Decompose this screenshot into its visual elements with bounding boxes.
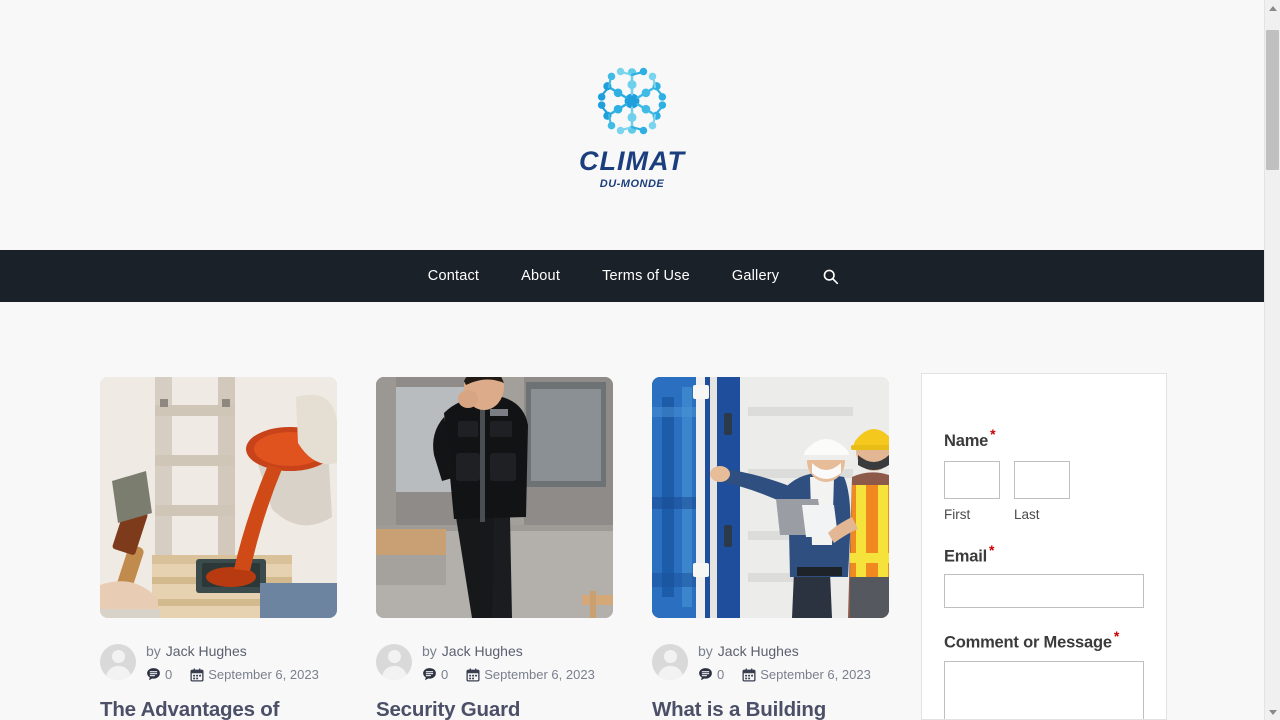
- post-title[interactable]: What is a Building: [652, 697, 889, 720]
- author-prefix: by: [146, 643, 161, 659]
- post-meta-text: by Jack Hughes 0 September 6, 2023: [146, 640, 319, 685]
- post-meta: by Jack Hughes 0 September 6, 2023: [652, 640, 889, 685]
- comment-field-label: Comment or Message *: [944, 628, 1144, 653]
- main-content: by Jack Hughes 0 September 6, 2023 The A…: [0, 302, 1264, 720]
- avatar: [100, 644, 136, 681]
- post-stats-line: 0 September 6, 2023: [698, 665, 871, 685]
- comment-bubble-icon: [698, 667, 713, 682]
- email-field-group: Email *: [944, 542, 1144, 608]
- post-title[interactable]: The Advantages of: [100, 697, 337, 720]
- logo-wordmark: CLIMAT: [579, 146, 685, 176]
- author-prefix: by: [422, 643, 437, 659]
- post-thumbnail-building-inspection[interactable]: [652, 377, 889, 618]
- post-date-value: September 6, 2023: [484, 667, 595, 682]
- comment-count[interactable]: 0: [698, 665, 724, 685]
- main-navigation: Contact About Terms of Use Gallery: [0, 250, 1264, 302]
- post-card[interactable]: by Jack Hughes: [100, 377, 337, 720]
- first-name-group: First: [944, 460, 1000, 522]
- author-name[interactable]: Jack Hughes: [442, 643, 523, 659]
- first-name-sublabel: First: [944, 506, 971, 522]
- post-date-value: September 6, 2023: [208, 667, 319, 682]
- nav-list: Contact About Terms of Use Gallery: [407, 268, 857, 285]
- last-name-group: Last: [1014, 460, 1070, 522]
- scroll-thumb[interactable]: [1266, 30, 1279, 170]
- post-author-line: by Jack Hughes: [146, 643, 247, 659]
- calendar-icon: [466, 668, 480, 682]
- post-card[interactable]: by Jack Hughes: [376, 377, 613, 720]
- calendar-icon: [190, 668, 204, 682]
- nav-item-terms-of-use[interactable]: Terms of Use: [581, 268, 711, 284]
- post-stats-line: 0 September 6, 2023: [146, 665, 319, 685]
- post-meta: by Jack Hughes 0 September 6, 2023: [376, 640, 613, 685]
- vertical-scrollbar[interactable]: [1264, 0, 1280, 720]
- comment-count-value: 0: [165, 667, 173, 682]
- comment-count-value: 0: [717, 667, 725, 682]
- required-asterisk: *: [989, 541, 995, 558]
- nav-item-contact[interactable]: Contact: [407, 268, 500, 284]
- comment-count[interactable]: 0: [422, 665, 448, 685]
- comment-field-group: Comment or Message *: [944, 628, 1144, 719]
- post-grid: by Jack Hughes 0 September 6, 2023 The A…: [100, 377, 889, 720]
- comment-count-value: 0: [441, 667, 449, 682]
- comment-textarea[interactable]: [944, 660, 1144, 719]
- author-prefix: by: [698, 643, 713, 659]
- email-label-text: Email: [944, 547, 988, 565]
- contact-form-panel: Name * First Last Email * Comment or Mes…: [921, 373, 1167, 720]
- name-field-label: Name *: [944, 426, 996, 450]
- site-header: CLIMAT DU-MONDE: [0, 0, 1264, 250]
- scroll-down-arrow-icon[interactable]: [1265, 704, 1280, 720]
- post-meta: by Jack Hughes 0 September 6, 2023: [100, 640, 337, 685]
- nav-item-about[interactable]: About: [500, 268, 581, 284]
- author-name[interactable]: Jack Hughes: [166, 643, 247, 659]
- post-author-line: by Jack Hughes: [698, 643, 799, 659]
- comment-count[interactable]: 0: [146, 665, 172, 685]
- calendar-icon: [742, 668, 756, 682]
- post-stats-line: 0 September 6, 2023: [422, 665, 595, 685]
- name-label-text: Name: [944, 431, 989, 450]
- search-icon[interactable]: [800, 268, 857, 285]
- email-input[interactable]: [944, 574, 1144, 608]
- avatar: [376, 644, 412, 681]
- post-thumbnail-security-guard[interactable]: [376, 377, 613, 618]
- nav-item-gallery[interactable]: Gallery: [711, 268, 800, 284]
- snowflake-molecule-icon: [591, 60, 673, 142]
- post-thumbnail-painting[interactable]: [100, 377, 337, 618]
- post-date: September 6, 2023: [190, 665, 319, 685]
- post-title[interactable]: Security Guard: [376, 697, 613, 720]
- required-asterisk: *: [990, 426, 996, 442]
- comment-bubble-icon: [146, 667, 161, 682]
- post-card[interactable]: by Jack Hughes: [652, 377, 889, 720]
- author-name[interactable]: Jack Hughes: [718, 643, 799, 659]
- comment-label-text: Comment or Message: [944, 633, 1112, 652]
- post-date: September 6, 2023: [466, 665, 595, 685]
- required-asterisk: *: [1113, 628, 1120, 644]
- site-logo[interactable]: CLIMAT DU-MONDE: [552, 60, 712, 190]
- post-meta-text: by Jack Hughes 0 September 6, 2023: [422, 640, 595, 685]
- avatar: [652, 644, 688, 681]
- post-date-value: September 6, 2023: [760, 667, 871, 682]
- first-name-input[interactable]: [944, 460, 1000, 499]
- page-root: CLIMAT DU-MONDE Contact About Terms of U…: [0, 0, 1280, 720]
- last-name-input[interactable]: [1014, 460, 1070, 499]
- name-inputs-row: First Last: [944, 460, 1144, 522]
- email-field-label: Email *: [944, 542, 1144, 567]
- scroll-up-arrow-icon[interactable]: [1265, 0, 1280, 16]
- post-date: September 6, 2023: [742, 665, 871, 685]
- post-author-line: by Jack Hughes: [422, 643, 523, 659]
- post-meta-text: by Jack Hughes 0 September 6, 2023: [698, 640, 871, 685]
- last-name-sublabel: Last: [1014, 506, 1040, 522]
- comment-bubble-icon: [422, 667, 437, 682]
- logo-tagline: DU-MONDE: [599, 178, 665, 190]
